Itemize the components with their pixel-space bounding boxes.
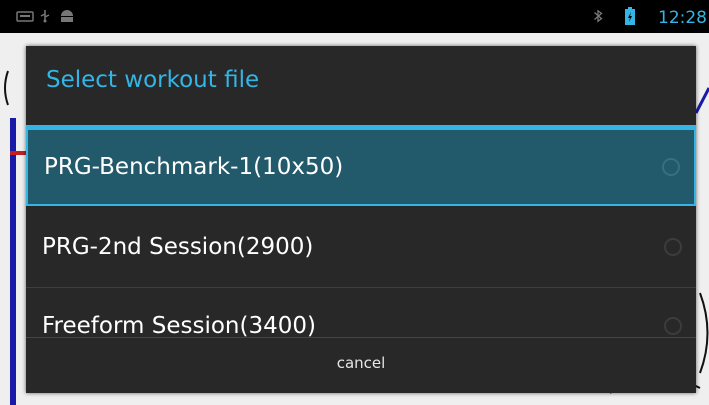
button-bar: cancel	[26, 337, 696, 393]
dialog-title: Select workout file	[46, 67, 260, 93]
radio-button[interactable]	[662, 158, 680, 176]
usb-icon	[40, 10, 50, 23]
keyboard-icon	[16, 11, 34, 22]
bluetooth-icon	[594, 9, 603, 23]
clock: 12:28	[658, 8, 707, 28]
cancel-button[interactable]: cancel	[26, 338, 696, 393]
list-item-label: Freeform Session(3400)	[42, 313, 316, 339]
android-debug-icon	[61, 10, 73, 22]
list-item-label: PRG-2nd Session(2900)	[42, 234, 314, 260]
list-item-prg-2nd-session[interactable]: PRG-2nd Session(2900)	[26, 210, 696, 288]
select-workout-dialog: Select workout file PRG-Benchmark-1(10x5…	[26, 46, 696, 393]
list-item-label: PRG-Benchmark-1(10x50)	[44, 154, 344, 180]
list-item-prg-benchmark[interactable]: PRG-Benchmark-1(10x50)	[26, 128, 696, 206]
battery-icon	[625, 7, 635, 25]
radio-button[interactable]	[664, 317, 682, 335]
radio-button[interactable]	[664, 238, 682, 256]
status-bar: 12:28	[0, 0, 709, 33]
